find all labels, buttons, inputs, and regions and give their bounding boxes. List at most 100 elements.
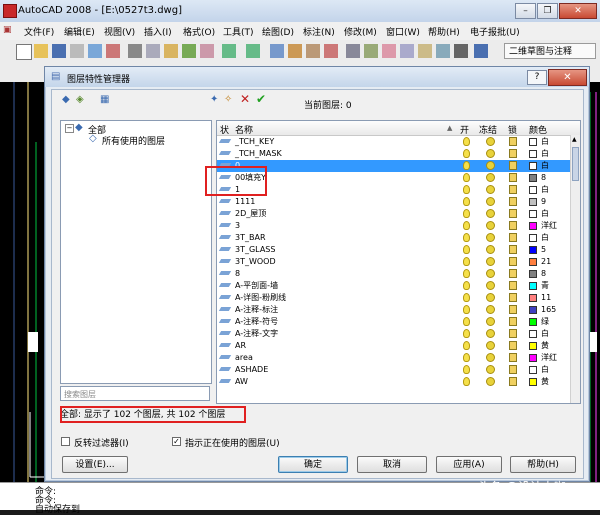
cut-icon[interactable]: [128, 44, 142, 58]
vertical-scrollbar[interactable]: ▲: [570, 135, 580, 403]
sun-icon[interactable]: [486, 245, 495, 254]
color-swatch[interactable]: [529, 198, 537, 206]
design-center-icon[interactable]: [364, 44, 378, 58]
color-swatch[interactable]: [529, 162, 537, 170]
layer-name[interactable]: AW: [235, 376, 248, 388]
layer-row[interactable]: A-注释-标注 165: [217, 304, 570, 316]
lightbulb-icon[interactable]: [463, 269, 470, 278]
lightbulb-icon[interactable]: [463, 317, 470, 326]
column-on[interactable]: 开: [460, 123, 469, 136]
layer-name[interactable]: 3T_GLASS: [235, 244, 275, 256]
sun-icon[interactable]: [486, 353, 495, 362]
color-swatch[interactable]: [529, 366, 537, 374]
tree-item-all-used[interactable]: 所有使用的图层: [102, 134, 165, 147]
layer-row[interactable]: 3T_GLASS 5: [217, 244, 570, 256]
properties-icon[interactable]: [346, 44, 360, 58]
layer-name[interactable]: 1111: [235, 196, 255, 208]
lock-icon[interactable]: [509, 185, 517, 194]
layer-row[interactable]: AR 黄: [217, 340, 570, 352]
layer-name[interactable]: AR: [235, 340, 246, 352]
help-question-icon[interactable]: ?: [527, 70, 547, 85]
lightbulb-icon[interactable]: [463, 245, 470, 254]
new-property-filter-icon[interactable]: ◆: [62, 94, 70, 106]
layer-name[interactable]: 3T_BAR: [235, 232, 266, 244]
sun-icon[interactable]: [486, 377, 495, 386]
sun-icon[interactable]: [486, 257, 495, 266]
indicate-in-use-checkbox[interactable]: ✓: [172, 437, 181, 446]
cancel-button[interactable]: 取消: [357, 456, 427, 473]
column-lock[interactable]: 锁: [508, 123, 517, 136]
color-swatch[interactable]: [529, 234, 537, 242]
publish-icon[interactable]: [106, 44, 120, 58]
layer-row[interactable]: 3 洋红: [217, 220, 570, 232]
layer-name[interactable]: _TCH_KEY: [235, 136, 274, 148]
lightbulb-icon[interactable]: [463, 365, 470, 374]
lock-icon[interactable]: [509, 245, 517, 254]
sun-icon[interactable]: [486, 209, 495, 218]
layer-row[interactable]: 3T_BAR 白: [217, 232, 570, 244]
column-status[interactable]: 状: [220, 123, 229, 136]
print-icon[interactable]: [70, 44, 84, 58]
lightbulb-icon[interactable]: [463, 281, 470, 290]
paste-icon[interactable]: [164, 44, 178, 58]
tree-collapse-icon[interactable]: −: [65, 124, 74, 133]
color-swatch[interactable]: [529, 354, 537, 362]
layer-row[interactable]: area 洋红: [217, 352, 570, 364]
menu-e-approval[interactable]: 电子报批(U): [470, 25, 520, 38]
layer-row[interactable]: 88: [217, 268, 570, 280]
color-swatch[interactable]: [529, 210, 537, 218]
lock-icon[interactable]: [509, 137, 517, 146]
sun-icon[interactable]: [486, 137, 495, 146]
lightbulb-icon[interactable]: [463, 161, 470, 170]
layer-name[interactable]: 2D_屋顶: [235, 208, 266, 220]
color-swatch[interactable]: [529, 378, 537, 386]
sun-icon[interactable]: [486, 365, 495, 374]
layer-row[interactable]: 00填充Y 8: [217, 172, 570, 184]
layer-row[interactable]: _TCH_MASK 白: [217, 148, 570, 160]
new-group-filter-icon[interactable]: ◈: [76, 94, 84, 106]
layer-name[interactable]: ASHADE: [235, 364, 268, 376]
sun-icon[interactable]: [486, 173, 495, 182]
column-name[interactable]: 名称: [235, 123, 253, 136]
sun-icon[interactable]: [486, 269, 495, 278]
menu-edit[interactable]: 编辑(E): [64, 25, 95, 38]
layer-row[interactable]: 3T_WOOD 21: [217, 256, 570, 268]
sun-icon[interactable]: [486, 149, 495, 158]
column-freeze[interactable]: 冻结: [479, 123, 497, 136]
redo-icon[interactable]: [246, 44, 260, 58]
menu-format[interactable]: 格式(O): [183, 25, 215, 38]
new-layer-icon[interactable]: ✦: [210, 94, 218, 106]
sheet-set-icon[interactable]: [400, 44, 414, 58]
color-swatch[interactable]: [529, 294, 537, 302]
block-editor-icon[interactable]: [200, 44, 214, 58]
color-swatch[interactable]: [529, 174, 537, 182]
menu-view[interactable]: 视图(V): [104, 25, 135, 38]
color-swatch[interactable]: [529, 342, 537, 350]
color-swatch[interactable]: [529, 306, 537, 314]
menu-insert[interactable]: 插入(I): [144, 25, 172, 38]
menu-draw[interactable]: 绘图(D): [262, 25, 294, 38]
calculator-icon[interactable]: [436, 44, 450, 58]
lightbulb-icon[interactable]: [463, 185, 470, 194]
lock-icon[interactable]: [509, 305, 517, 314]
settings-button[interactable]: 设置(E)...: [62, 456, 128, 473]
minimize-icon[interactable]: –: [515, 3, 536, 19]
layer-table[interactable]: 状 名称 ▲ 开 冻结 锁 颜色 _TCH_KEY 白 _TCH_MASK 白 0 白 00…: [216, 120, 581, 404]
lightbulb-icon[interactable]: [463, 257, 470, 266]
menu-dimension[interactable]: 标注(N): [303, 25, 335, 38]
color-swatch[interactable]: [529, 270, 537, 278]
lock-icon[interactable]: [509, 221, 517, 230]
match-properties-icon[interactable]: [182, 44, 196, 58]
copy-icon[interactable]: [146, 44, 160, 58]
lock-icon[interactable]: [509, 173, 517, 182]
lock-icon[interactable]: [509, 341, 517, 350]
layer-row[interactable]: A-详图-粉刷线 11: [217, 292, 570, 304]
sun-icon[interactable]: [486, 329, 495, 338]
layer-row[interactable]: 2D_屋顶 白: [217, 208, 570, 220]
lock-icon[interactable]: [509, 317, 517, 326]
undo-icon[interactable]: [222, 44, 236, 58]
lock-icon[interactable]: [509, 233, 517, 242]
color-swatch[interactable]: [529, 222, 537, 230]
layer-name[interactable]: A-详图-粉刷线: [235, 292, 286, 304]
lightbulb-icon[interactable]: [463, 137, 470, 146]
